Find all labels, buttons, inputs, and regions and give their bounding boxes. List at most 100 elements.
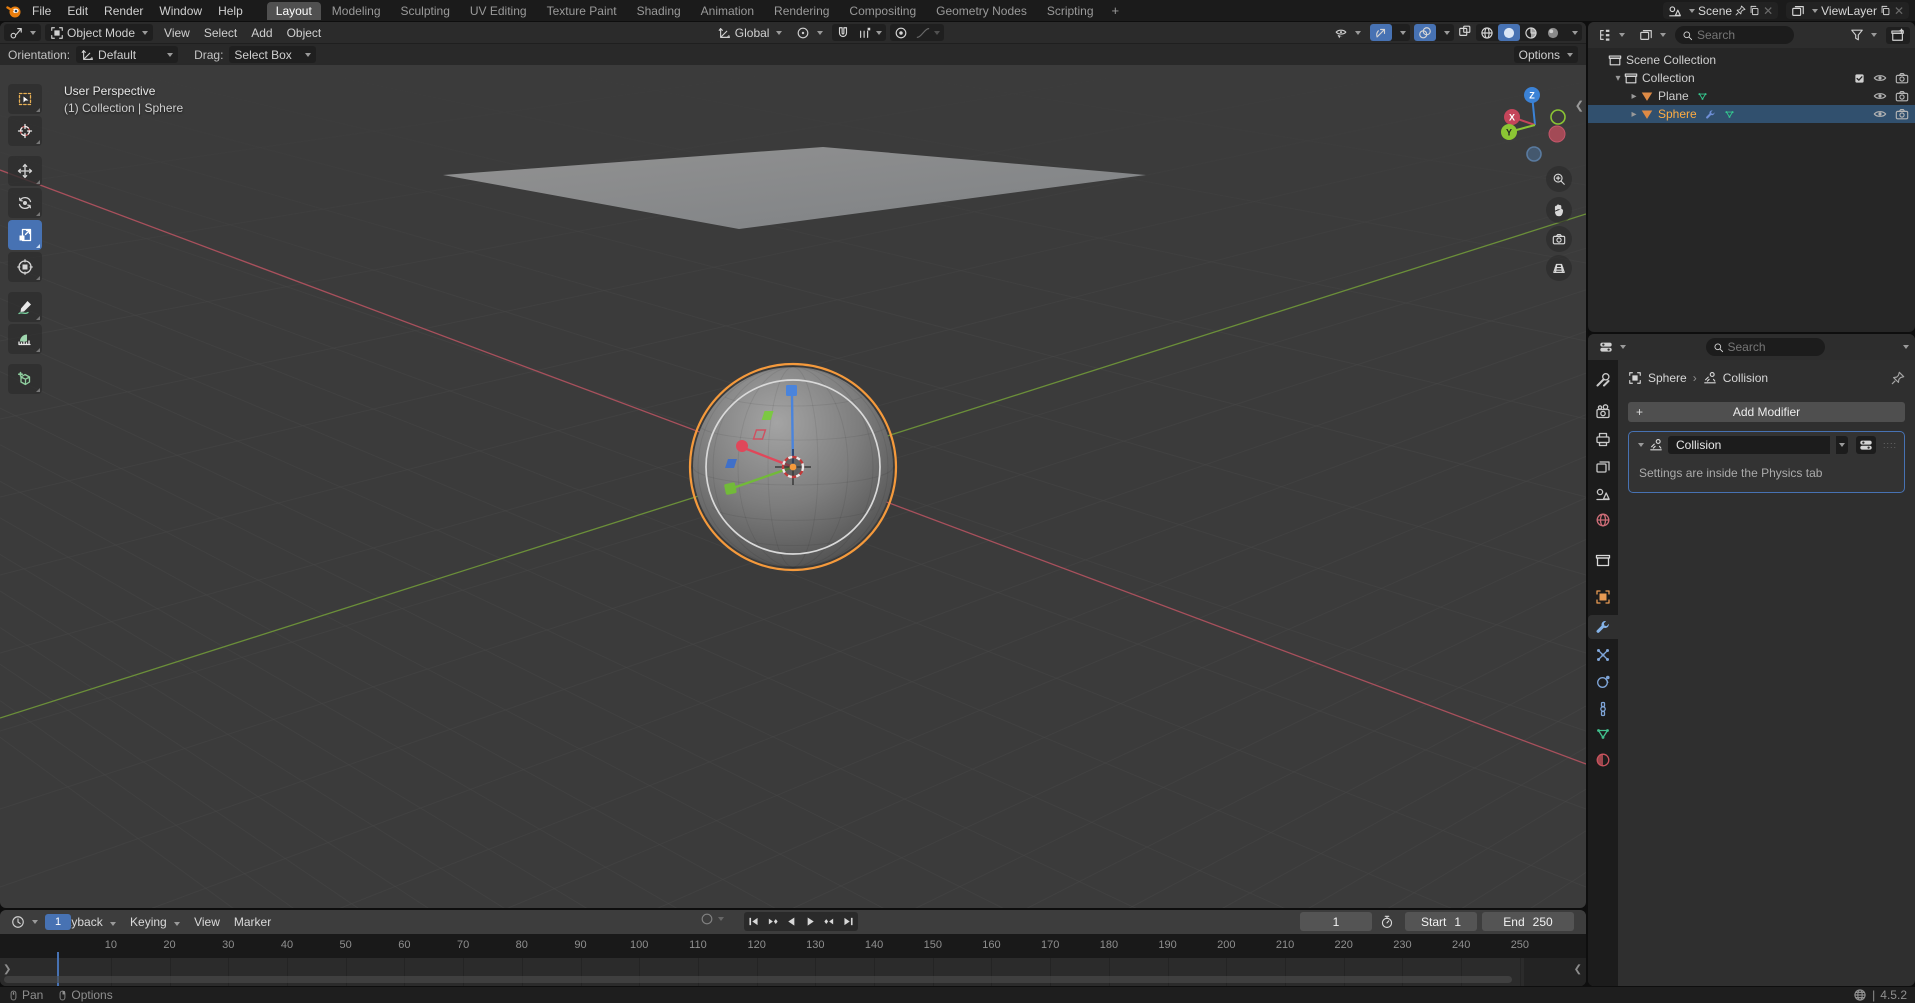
mesh-data-icon[interactable] xyxy=(1724,109,1735,120)
properties-tab-world[interactable] xyxy=(1588,508,1618,532)
gizmo-z-handle[interactable] xyxy=(786,385,797,396)
menu-edit[interactable]: Edit xyxy=(59,2,96,20)
outliner-filter-type-dropdown[interactable] xyxy=(1634,27,1671,44)
properties-tab-data[interactable] xyxy=(1588,722,1618,746)
tool-cursor[interactable] xyxy=(8,116,42,146)
expand-icon[interactable]: ▾ xyxy=(1612,73,1624,84)
properties-search-input[interactable] xyxy=(1727,340,1818,354)
item-label[interactable]: Collection xyxy=(1642,71,1695,85)
add-workspace-button[interactable]: + xyxy=(1105,3,1127,18)
properties-tab-tool[interactable] xyxy=(1588,368,1618,392)
current-frame-field[interactable]: 1 xyxy=(1300,912,1372,931)
outliner-search[interactable] xyxy=(1675,26,1794,44)
start-frame-field[interactable]: Start 1 xyxy=(1405,912,1477,931)
stopwatch-icon[interactable] xyxy=(1380,915,1394,929)
breadcrumb-item[interactable]: Collision xyxy=(1723,371,1768,385)
viewport-menu-object[interactable]: Object xyxy=(280,24,329,42)
scene-3d[interactable]: Z X Y xyxy=(0,22,1586,908)
orientation-dropdown[interactable]: Default xyxy=(76,46,179,63)
tool-rotate[interactable] xyxy=(8,188,42,218)
collapse-icon[interactable]: ▸ xyxy=(1628,109,1640,120)
play-reverse-button[interactable] xyxy=(782,912,801,931)
blender-logo-icon[interactable] xyxy=(6,3,22,19)
workspace-tab-sculpting[interactable]: Sculpting xyxy=(392,2,459,20)
disable-render-icon[interactable] xyxy=(1895,71,1909,85)
timeline-ruler[interactable]: 10 20 30 40 50 60 70 80 90 100 110 120 130 140 150 160 1… xyxy=(0,934,1586,958)
prev-keyframe-button[interactable] xyxy=(763,912,782,931)
item-label[interactable]: Plane xyxy=(1658,89,1689,103)
pin-scene-icon[interactable] xyxy=(1735,5,1746,16)
camera-view-button[interactable] xyxy=(1546,226,1572,252)
play-button[interactable] xyxy=(801,912,820,931)
view-layer-selector[interactable]: ViewLayer ✕ xyxy=(1786,2,1909,19)
falloff-dropdown[interactable] xyxy=(912,24,944,41)
properties-tab-modifiers[interactable] xyxy=(1588,615,1618,639)
next-keyframe-button[interactable] xyxy=(820,912,839,931)
properties-tab-collection[interactable] xyxy=(1588,548,1618,572)
properties-tab-view-layer[interactable] xyxy=(1588,455,1618,479)
item-label[interactable]: Scene Collection xyxy=(1626,53,1716,67)
new-collection-button[interactable] xyxy=(1886,26,1910,44)
properties-tab-scene[interactable] xyxy=(1588,482,1618,506)
hide-eye-icon[interactable] xyxy=(1873,89,1887,103)
show-overlays-toggle[interactable] xyxy=(1414,24,1436,41)
axis-neg-z-ball[interactable] xyxy=(1526,146,1542,162)
show-gizmo-toggle[interactable] xyxy=(1370,24,1392,41)
display-mode-dropdown[interactable] xyxy=(1593,27,1630,44)
workspace-tab-scripting[interactable]: Scripting xyxy=(1038,2,1103,20)
outliner-row-scene-collection[interactable]: Scene Collection xyxy=(1588,51,1915,69)
viewport-menu-select[interactable]: Select xyxy=(197,24,244,42)
viewport-canvas[interactable]: Z X Y User Perspective (1) Collection | … xyxy=(0,22,1586,908)
tool-add-cube[interactable] xyxy=(8,364,42,394)
hide-eye-icon[interactable] xyxy=(1873,71,1887,85)
tool-scale[interactable] xyxy=(8,220,42,250)
transform-orientation-dropdown[interactable]: Global xyxy=(713,24,788,41)
menu-help[interactable]: Help xyxy=(210,2,251,20)
auto-keying-toggle[interactable] xyxy=(700,912,724,926)
properties-options-dropdown[interactable] xyxy=(1903,345,1909,349)
timeline-editor-type-button[interactable] xyxy=(6,914,43,931)
new-view-layer-icon[interactable] xyxy=(1880,5,1891,16)
tool-select-box[interactable] xyxy=(8,84,42,114)
properties-editor-type-button[interactable] xyxy=(1594,339,1631,356)
properties-tab-object[interactable] xyxy=(1588,585,1618,609)
item-label[interactable]: Sphere xyxy=(1658,107,1697,121)
overlays-dropdown[interactable] xyxy=(1436,24,1454,41)
properties-tab-output[interactable] xyxy=(1588,427,1618,451)
shading-rendered-button[interactable] xyxy=(1542,24,1564,41)
snap-toggle[interactable] xyxy=(832,24,854,41)
tool-move[interactable] xyxy=(8,156,42,186)
mode-selector[interactable]: Object Mode xyxy=(45,24,154,41)
pin-id-icon[interactable] xyxy=(1891,371,1905,385)
axis-neg-x-ball[interactable] xyxy=(1548,125,1566,143)
workspace-tab-texture-paint[interactable]: Texture Paint xyxy=(538,2,626,20)
properties-tab-particles[interactable] xyxy=(1588,643,1618,667)
gizmo-x-handle[interactable] xyxy=(736,440,748,452)
breadcrumb-object[interactable]: Sphere xyxy=(1648,371,1687,385)
snap-settings-dropdown[interactable] xyxy=(854,24,886,41)
tool-annotate[interactable] xyxy=(8,292,42,322)
jump-end-button[interactable] xyxy=(839,912,858,931)
workspace-tab-geometry-nodes[interactable]: Geometry Nodes xyxy=(927,2,1036,20)
pan-button[interactable] xyxy=(1546,197,1572,223)
modifier-drag-handle[interactable]: :::: xyxy=(1883,440,1897,450)
editor-type-button[interactable] xyxy=(4,24,41,41)
modifier-display-toggles[interactable] xyxy=(1855,436,1876,454)
shading-solid-button[interactable] xyxy=(1498,24,1520,41)
current-frame-badge[interactable]: 1 xyxy=(45,914,71,930)
xray-toggle[interactable] xyxy=(1458,24,1472,41)
proportional-edit-toggle[interactable] xyxy=(890,24,912,41)
timeline-menu-keying[interactable]: Keying xyxy=(123,913,187,931)
menu-file[interactable]: File xyxy=(24,2,59,20)
drag-dropdown[interactable]: Select Box xyxy=(229,46,316,63)
workspace-tab-compositing[interactable]: Compositing xyxy=(840,2,925,20)
workspace-tab-modeling[interactable]: Modeling xyxy=(323,2,390,20)
timeline-scrollbar[interactable] xyxy=(4,976,1512,983)
exclude-checkbox[interactable] xyxy=(1854,73,1865,84)
jump-start-button[interactable] xyxy=(744,912,763,931)
sidebar-collapse-icon[interactable]: ❮ xyxy=(1575,99,1584,112)
shading-dropdown[interactable] xyxy=(1564,24,1582,41)
viewport-menu-view[interactable]: View xyxy=(157,24,197,42)
end-frame-field[interactable]: End 250 xyxy=(1482,912,1574,931)
menu-render[interactable]: Render xyxy=(96,2,151,20)
